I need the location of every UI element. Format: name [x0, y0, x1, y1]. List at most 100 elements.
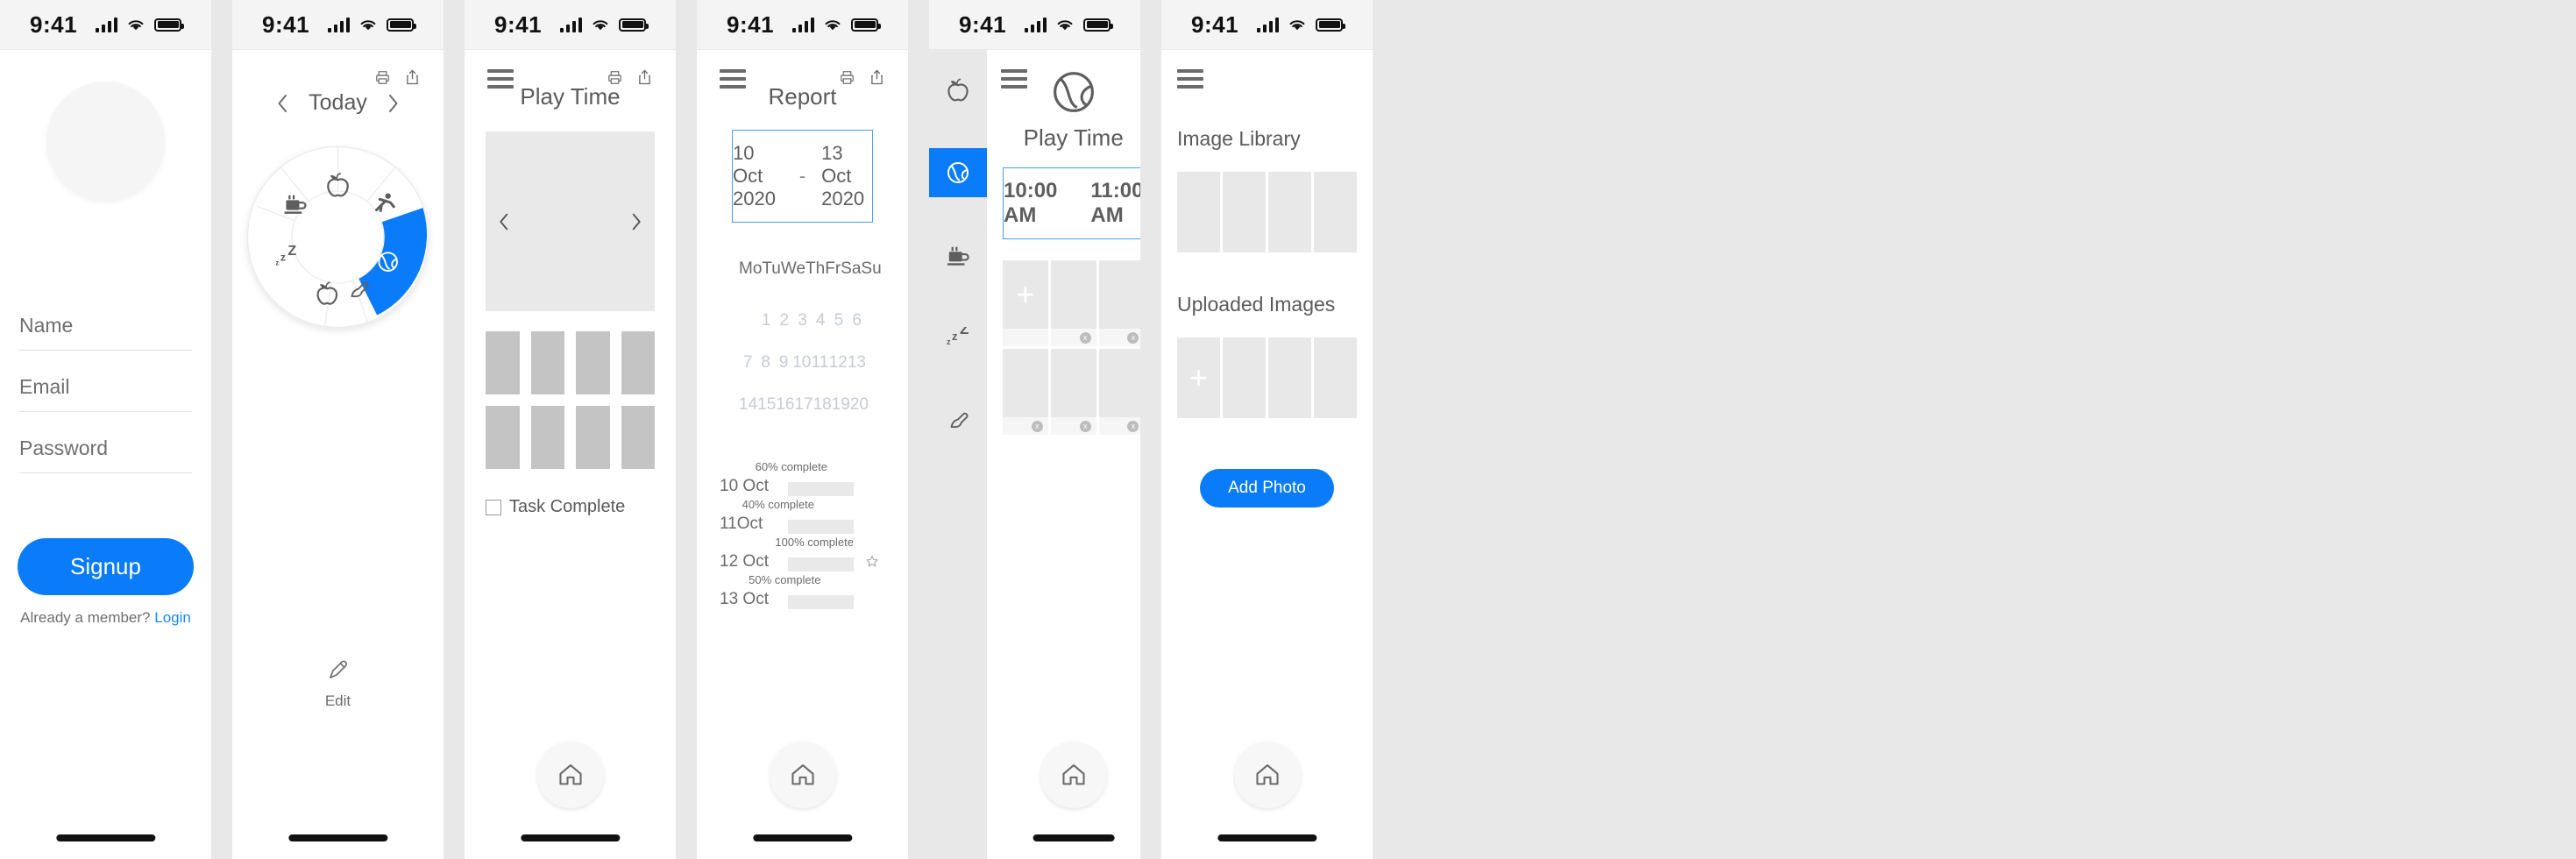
remove-icon[interactable]: x — [1031, 421, 1043, 432]
library-cell[interactable] — [1268, 172, 1311, 252]
wifi-icon — [825, 19, 841, 30]
rail-item-apple[interactable] — [929, 66, 987, 115]
home-button[interactable] — [536, 742, 604, 808]
thumbnail-item[interactable] — [621, 331, 655, 394]
calendar-day[interactable]: 13 — [848, 342, 866, 384]
battery-icon — [619, 18, 649, 32]
hamburger-icon[interactable] — [1177, 69, 1203, 89]
remove-icon[interactable]: x — [1127, 332, 1139, 344]
email-input[interactable] — [19, 375, 192, 399]
chevron-left-icon[interactable] — [498, 212, 510, 231]
rail-item-play-time[interactable] — [929, 148, 987, 197]
date-range-picker[interactable]: 10 Oct 2020 - 13 Oct 2020 — [732, 130, 873, 223]
activity-wheel-svg[interactable]: z z Z — [239, 138, 436, 336]
share-icon[interactable] — [638, 69, 651, 85]
calendar-day[interactable]: 3 — [793, 300, 812, 342]
remove-icon[interactable]: x — [1127, 421, 1139, 432]
print-icon[interactable] — [375, 70, 390, 85]
media-tile[interactable]: x — [1098, 260, 1140, 346]
remove-icon[interactable]: x — [1079, 332, 1091, 344]
thumbnail-item[interactable] — [530, 406, 564, 469]
calendar-day[interactable]: 6 — [848, 300, 866, 342]
board-gap-4 — [908, 0, 929, 859]
login-link[interactable]: Login — [154, 609, 191, 626]
thumbnail-item[interactable] — [486, 331, 520, 394]
calendar-day[interactable]: 7 — [739, 342, 756, 384]
calendar-day[interactable]: 15 — [757, 384, 776, 426]
calendar-day[interactable]: 16 — [776, 384, 794, 426]
upload-cell[interactable] — [1268, 337, 1311, 418]
rail-item-art[interactable] — [929, 395, 987, 444]
calendar-day[interactable]: 2 — [775, 300, 793, 342]
calendar-day[interactable]: 8 — [756, 342, 774, 384]
home-icon[interactable] — [1254, 762, 1281, 788]
library-cell[interactable] — [1177, 172, 1220, 252]
task-complete-checkbox[interactable] — [486, 499, 501, 515]
rail-item-break[interactable] — [929, 231, 987, 280]
upload-cell[interactable] — [1223, 337, 1266, 418]
password-input[interactable] — [19, 437, 192, 460]
media-tile-add[interactable]: + — [1003, 260, 1048, 346]
share-icon[interactable] — [406, 69, 419, 85]
calendar-day[interactable]: 20 — [850, 384, 869, 426]
home-icon[interactable] — [1061, 762, 1087, 788]
upload-cell-add[interactable]: + — [1177, 337, 1220, 418]
thumbnail-item[interactable] — [486, 406, 520, 469]
apple-icon — [947, 78, 969, 102]
calendar-day[interactable]: 18 — [813, 384, 832, 426]
calendar-day[interactable]: 14 — [739, 384, 757, 426]
avatar[interactable] — [46, 82, 165, 200]
home-button[interactable] — [1040, 742, 1107, 808]
thumbnail-item[interactable] — [576, 331, 610, 394]
print-icon[interactable] — [840, 70, 855, 85]
calendar-day[interactable]: 10 — [792, 342, 811, 384]
calendar-day[interactable]: 17 — [794, 384, 813, 426]
library-cell[interactable] — [1314, 172, 1357, 252]
print-icon[interactable] — [607, 70, 622, 85]
remove-icon[interactable]: x — [1079, 421, 1091, 432]
thumbnail-item[interactable] — [530, 331, 564, 394]
date-range-end: 13 Oct 2020 — [821, 142, 865, 209]
page-title: Play Time — [1023, 124, 1124, 151]
calendar-day[interactable]: 11 — [811, 342, 829, 384]
share-icon[interactable] — [870, 69, 884, 85]
email-field-row — [19, 375, 192, 412]
home-icon[interactable] — [557, 762, 584, 788]
calendar-day[interactable]: 12 — [829, 342, 848, 384]
media-tile-caption-bar: x — [1098, 417, 1140, 435]
media-tile[interactable]: x — [1050, 260, 1096, 346]
home-button[interactable] — [1233, 742, 1301, 808]
calendar-day[interactable]: 5 — [830, 300, 848, 342]
calendar-day[interactable]: 9 — [775, 342, 792, 384]
home-icon[interactable] — [790, 762, 816, 788]
library-cell[interactable] — [1223, 172, 1266, 252]
chevron-right-icon[interactable] — [630, 212, 642, 231]
home-button[interactable] — [769, 742, 836, 808]
name-field-row — [19, 314, 192, 351]
calendar-day[interactable] — [739, 300, 757, 342]
carousel-hero[interactable] — [486, 131, 655, 311]
media-tile[interactable]: x — [1050, 349, 1096, 435]
calendar-day[interactable]: 1 — [757, 300, 776, 342]
thumbnail-item[interactable] — [576, 406, 610, 469]
calendar-day[interactable]: 4 — [812, 300, 830, 342]
home-indicator — [752, 834, 853, 841]
media-tile[interactable]: x — [1098, 349, 1140, 435]
signup-button[interactable]: Signup — [18, 538, 194, 595]
thumbnail-item[interactable] — [621, 406, 655, 469]
upload-cell[interactable] — [1314, 337, 1357, 418]
name-input[interactable] — [19, 314, 192, 337]
pencil-icon[interactable] — [327, 659, 349, 681]
edit-action[interactable]: Edit — [232, 659, 444, 710]
chevron-left-icon[interactable] — [276, 94, 289, 113]
calendar-day[interactable]: 19 — [832, 384, 850, 426]
task-complete-row[interactable]: Task Complete — [465, 497, 676, 517]
hamburger-icon[interactable] — [720, 69, 746, 89]
rail-item-sleep[interactable]: z z Z — [929, 313, 987, 362]
media-tile[interactable]: x — [1003, 349, 1048, 435]
time-range-picker[interactable]: 10:00 AM 11:00 AM — [1003, 167, 1140, 239]
chevron-right-icon[interactable] — [387, 94, 400, 113]
hamburger-icon[interactable] — [487, 69, 514, 89]
star-icon[interactable] — [866, 555, 878, 567]
add-photo-button[interactable]: Add Photo — [1200, 469, 1334, 508]
